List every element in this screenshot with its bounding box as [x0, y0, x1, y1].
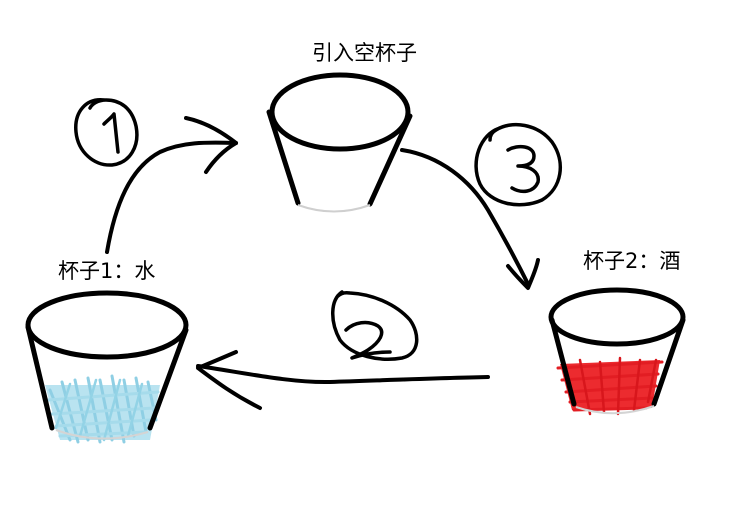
step-3-arrow: [400, 122, 562, 290]
empty-cup-base: [297, 204, 371, 213]
cup2-rim: [548, 287, 686, 347]
step-1-circle: [74, 98, 139, 167]
cup1-label: 杯子1：水: [58, 259, 155, 283]
step-2-arrow-shaft: [196, 364, 490, 385]
empty-cup-left-wall: [266, 109, 301, 206]
swap-diagram: 引入空杯子 杯子1：水 杯子2：酒: [25, 41, 686, 444]
cup2-label: 杯子2：酒: [583, 249, 680, 273]
step-3-numeral: [506, 144, 540, 194]
step-2-arrow: [196, 290, 490, 410]
step-2-arrow-head: [196, 350, 262, 410]
step-1-arrow: [74, 98, 238, 254]
cup2-wine: [548, 287, 686, 416]
step-1-numeral: [102, 112, 120, 154]
empty-cup-rim: [269, 72, 411, 152]
diagram-canvas: 引入空杯子 杯子1：水 杯子2：酒: [0, 0, 741, 512]
empty-cup-right-wall: [367, 113, 413, 207]
step-3-arrow-shaft: [400, 148, 530, 286]
empty-cup: [266, 72, 413, 213]
cup1-water: [25, 290, 189, 444]
cup1-rim: [25, 290, 189, 360]
empty-cup-label: 引入空杯子: [312, 41, 417, 65]
